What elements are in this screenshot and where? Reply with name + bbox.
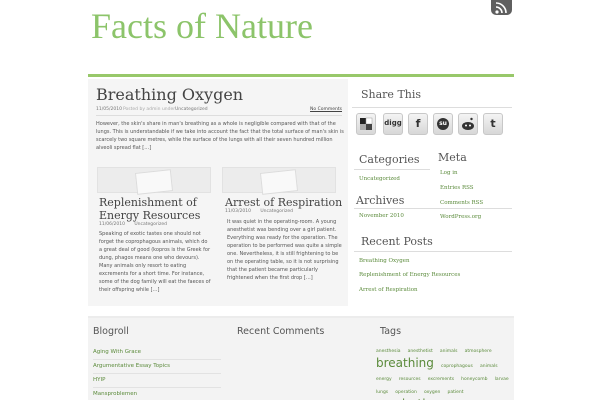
tag-link[interactable]: honeycomb <box>461 377 487 382</box>
tag-link[interactable]: operation <box>395 390 417 395</box>
card-excerpt: It was quiet in the operating-room. A yo… <box>227 219 342 281</box>
share-title: Share This <box>361 88 422 101</box>
card-meta: 11/03/2010 Uncategorized <box>225 209 293 214</box>
facebook-icon: f <box>415 117 421 130</box>
categories-title: Categories <box>359 153 420 166</box>
tag-link[interactable]: anesthetist <box>408 349 433 354</box>
card-category-link[interactable]: Uncategorized <box>260 209 293 214</box>
archives-divider <box>354 208 512 209</box>
card-title[interactable]: Arrest of Respiration <box>225 196 350 209</box>
twitter-icon: t <box>490 117 496 130</box>
recent-comments-title: Recent Comments <box>237 326 325 337</box>
twitter-share-button[interactable]: t <box>483 113 503 135</box>
tag-link[interactable]: anesthesia <box>376 349 400 354</box>
header-divider <box>88 74 514 77</box>
meta-link-login[interactable]: Log in <box>440 170 458 176</box>
meta-title: Meta <box>438 151 467 164</box>
rss-icon <box>495 2 507 14</box>
digg-icon: digg <box>384 119 402 127</box>
tag-link[interactable]: resources <box>399 377 421 382</box>
categories-divider <box>354 169 430 170</box>
blogroll-title: Blogroll <box>93 326 129 337</box>
post-date: 11/05/2010 <box>96 107 122 112</box>
card-excerpt: Speaking of exotic tastes one should not… <box>99 231 211 293</box>
tag-link[interactable]: energy <box>376 377 392 382</box>
tag-link[interactable]: patient <box>447 390 463 395</box>
post-thumbnail[interactable] <box>97 167 211 195</box>
card-meta: 11/06/2010 Uncategorized <box>99 222 167 227</box>
share-divider <box>352 107 512 108</box>
tag-link[interactable]: lungs <box>376 390 388 395</box>
card-date: 11/06/2010 <box>99 222 125 227</box>
tag-link[interactable]: oxygen <box>424 390 440 395</box>
card-date: 11/03/2010 <box>225 209 251 214</box>
delicious-share-button[interactable] <box>356 113 376 135</box>
post-comments-link[interactable]: No Comments <box>310 107 342 112</box>
tags-title: Tags <box>380 326 402 337</box>
tag-link[interactable]: atmosphere <box>465 349 492 354</box>
recent-post-link[interactable]: Replenishment of Energy Resources <box>359 272 460 278</box>
tag-link[interactable]: excrements <box>428 377 454 382</box>
post-title[interactable]: Breathing Oxygen <box>96 85 243 104</box>
tag-link[interactable]: coprophagous <box>441 364 473 369</box>
blogroll-link[interactable]: HYIP <box>93 374 221 388</box>
footer: Blogroll Aging With Grace Argumentative … <box>88 316 514 400</box>
card-title[interactable]: Replenishment of Energy Resources <box>99 196 209 222</box>
recent-posts-title: Recent Posts <box>361 235 433 248</box>
site-title[interactable]: Facts of Nature <box>91 8 351 44</box>
post-category-link[interactable]: Uncategorized <box>175 107 208 112</box>
recent-post-link[interactable]: Arrest of Respiration <box>359 287 418 293</box>
meta-link-comments-rss[interactable]: Comments RSS <box>440 200 483 206</box>
category-link[interactable]: Uncategorized <box>359 176 400 182</box>
meta-link-entries-rss[interactable]: Entries RSS <box>440 185 474 191</box>
recent-posts-divider <box>354 251 512 252</box>
blogroll-link[interactable]: Argumentative Essay Topics <box>93 360 221 374</box>
post-meta: 11/05/2010 Posted by admin under Uncateg… <box>96 105 342 116</box>
tag-link[interactable]: animals <box>480 364 498 369</box>
meta-link-wordpress[interactable]: WordPress.org <box>440 214 481 220</box>
tag-link[interactable]: breathing <box>376 356 434 370</box>
recent-post-link[interactable]: Breathing Oxygen <box>359 258 410 264</box>
card-category-link[interactable]: Uncategorized <box>134 222 167 227</box>
placeholder-image-icon <box>134 169 174 195</box>
tag-link[interactable]: animals <box>440 349 458 354</box>
stumbleupon-share-button[interactable]: su <box>433 113 453 135</box>
archive-link[interactable]: November 2010 <box>359 213 404 219</box>
digg-share-button[interactable]: digg <box>383 113 403 135</box>
tag-link[interactable]: larvae <box>495 377 509 382</box>
tag-cloud: anesthesia anesthetist animals atmospher… <box>376 343 512 400</box>
archives-title: Archives <box>356 194 405 207</box>
reddit-share-button[interactable] <box>458 113 478 135</box>
delicious-icon <box>360 117 373 130</box>
facebook-share-button[interactable]: f <box>408 113 428 135</box>
rss-feed-button[interactable] <box>491 0 512 15</box>
blogroll-link[interactable]: Mansproblemen <box>93 388 221 400</box>
post-author-line: Posted by admin under <box>123 107 176 112</box>
post-thumbnail[interactable] <box>222 167 336 195</box>
placeholder-image-icon <box>259 169 299 195</box>
blogroll-link[interactable]: Aging With Grace <box>93 346 221 360</box>
post-excerpt: However, the skin's share in man's breat… <box>96 121 344 151</box>
reddit-icon <box>462 117 474 130</box>
